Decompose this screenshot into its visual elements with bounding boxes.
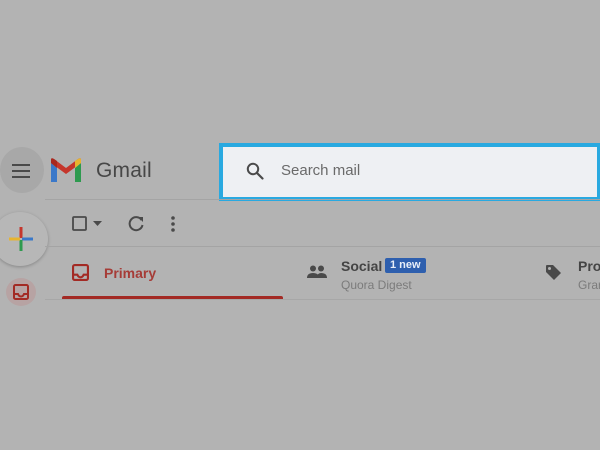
people-icon[interactable] [306, 264, 328, 280]
refresh-icon[interactable] [127, 215, 145, 233]
header-divider [45, 199, 600, 200]
checkbox-icon[interactable] [72, 216, 87, 231]
search-icon[interactable] [246, 162, 264, 180]
search-input[interactable]: Search mail [281, 162, 360, 179]
tab-social[interactable]: Social [341, 258, 382, 274]
viewport: Gmail Search mail Primary Social 1 new Q… [0, 0, 600, 450]
tag-icon[interactable] [545, 264, 562, 281]
toolbar-divider [45, 246, 600, 247]
more-vert-icon[interactable] [170, 215, 176, 233]
compose-plus-icon[interactable] [9, 227, 33, 251]
inbox-icon[interactable] [13, 284, 29, 300]
inbox-icon[interactable] [72, 264, 89, 281]
gmail-logo-icon[interactable] [49, 157, 83, 184]
tab-primary[interactable]: Primary [104, 265, 156, 281]
app-name[interactable]: Gmail [96, 159, 152, 183]
tab-promotions[interactable]: Pro [578, 258, 600, 274]
menu-icon[interactable] [12, 164, 30, 178]
search-bar[interactable] [219, 143, 600, 201]
new-count-badge: 1 new [385, 258, 426, 273]
tab-social-subtitle: Quora Digest [341, 278, 412, 292]
gmail-window: { "app": { "name": "Gmail" }, "search": … [0, 0, 600, 450]
tab-promotions-subtitle: Grar [578, 278, 600, 292]
chevron-down-icon[interactable] [93, 221, 102, 227]
tabs-divider [45, 299, 600, 300]
